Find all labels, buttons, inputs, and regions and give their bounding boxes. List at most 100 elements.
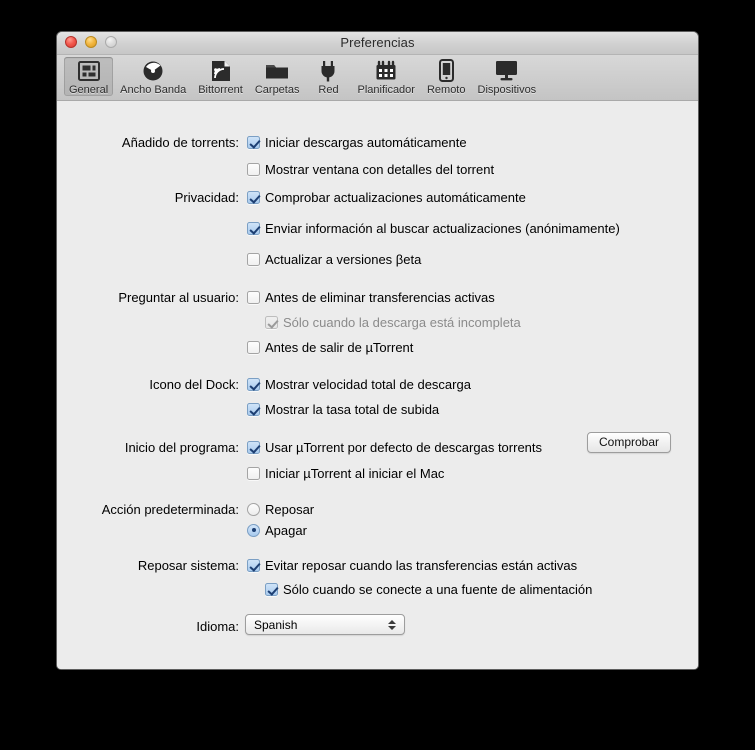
- plug-icon: [315, 58, 341, 83]
- row-torrent-adding-2: Mostrar ventana con detalles del torrent: [57, 159, 698, 179]
- checkbox-box[interactable]: [247, 340, 260, 354]
- toolbar-item-planificador[interactable]: Planificador: [352, 57, 419, 96]
- row-privacy-3: Actualizar a versiones βeta: [57, 249, 698, 269]
- label-program-start: Inicio del programa:: [124, 439, 239, 455]
- checkbox-label: Mostrar velocidad total de descarga: [265, 376, 471, 392]
- label-default-action: Acción predeterminada:: [101, 501, 239, 517]
- label-system-sleep: Reposar sistema:: [137, 557, 239, 573]
- checkbox-label: Antes de eliminar transferencias activas: [265, 289, 495, 305]
- checkbox-show-total-upload-rate[interactable]: Mostrar la tasa total de subida: [247, 401, 440, 417]
- toolbar-item-dispositivos[interactable]: Dispositivos: [473, 57, 542, 96]
- label-dock-icon: Icono del Dock:: [149, 376, 239, 392]
- bittorrent-icon: [208, 58, 234, 83]
- checkbox-only-when-download-incomplete: Sólo cuando la descarga está incompleta: [265, 314, 521, 330]
- toolbar-label-bittorrent: Bittorrent: [198, 84, 243, 96]
- radio-button[interactable]: [247, 523, 260, 537]
- checkbox-box[interactable]: [265, 582, 278, 596]
- checkbox-before-removing-active-transfers[interactable]: Antes de eliminar transferencias activas: [247, 289, 495, 305]
- radio-button[interactable]: [247, 502, 260, 516]
- checkbox-box[interactable]: [247, 135, 260, 149]
- label-torrent-adding: Añadido de torrents:: [121, 134, 239, 150]
- checkbox-launch-utorrent-at-login[interactable]: Iniciar µTorrent al iniciar el Mac: [247, 465, 445, 481]
- toolbar-item-general[interactable]: General: [64, 57, 114, 96]
- checkbox-only-when-on-power-source[interactable]: Sólo cuando se conecte a una fuente de a…: [265, 581, 593, 597]
- checkbox-label: Evitar reposar cuando las transferencias…: [265, 557, 578, 573]
- display-icon: [494, 58, 520, 83]
- label-privacy: Privacidad:: [174, 189, 239, 205]
- toolbar-item-bittorrent[interactable]: Bittorrent: [193, 57, 248, 96]
- row-dock-icon-1: Icono del Dock: Mostrar velocidad total …: [57, 374, 698, 394]
- chevron-updown-icon: [384, 619, 404, 630]
- checkbox-box[interactable]: [247, 558, 260, 572]
- checkbox-box[interactable]: [247, 402, 260, 416]
- bandwidth-icon: [140, 58, 166, 83]
- toolbar-label-dispositivos: Dispositivos: [477, 84, 537, 96]
- toolbar-label-ancho-banda: Ancho Banda: [120, 84, 187, 96]
- toolbar-item-carpetas[interactable]: Carpetas: [250, 57, 305, 96]
- row-default-action-1: Acción predeterminada: Reposar: [57, 499, 698, 519]
- folder-icon: [264, 58, 290, 83]
- checkbox-box[interactable]: [247, 440, 260, 454]
- toolbar-item-red[interactable]: Red: [306, 57, 350, 96]
- checkbox-show-torrent-details-window[interactable]: Mostrar ventana con detalles del torrent: [247, 161, 495, 177]
- row-privacy-1: Privacidad: Comprobar actualizaciones au…: [57, 187, 698, 207]
- label-language: Idioma:: [196, 618, 239, 634]
- row-privacy-2: Enviar información al buscar actualizaci…: [57, 218, 698, 238]
- language-select[interactable]: Spanish: [245, 614, 405, 635]
- toolbar-label-planificador: Planificador: [357, 84, 415, 96]
- preferences-window: Preferencias General Ancho Banda Bittorr…: [56, 31, 699, 670]
- checkbox-label: Iniciar µTorrent al iniciar el Mac: [265, 465, 445, 481]
- checkbox-box[interactable]: [247, 377, 260, 391]
- row-program-start-2: Iniciar µTorrent al iniciar el Mac: [57, 463, 698, 483]
- checkbox-update-beta-versions[interactable]: Actualizar a versiones βeta: [247, 251, 422, 267]
- radio-sleep[interactable]: Reposar: [247, 501, 315, 517]
- window-title: Preferencias: [340, 35, 415, 50]
- row-default-action-2: Apagar: [57, 520, 698, 540]
- row-ask-user-2: Sólo cuando la descarga está incompleta: [57, 312, 698, 332]
- row-system-sleep-1: Reposar sistema: Evitar reposar cuando l…: [57, 555, 698, 575]
- radio-shutdown[interactable]: Apagar: [247, 522, 307, 538]
- checkbox-label: Sólo cuando la descarga está incompleta: [283, 314, 521, 330]
- toolbar-item-remoto[interactable]: Remoto: [422, 57, 471, 96]
- close-button[interactable]: [65, 36, 77, 48]
- toolbar-label-remoto: Remoto: [426, 84, 466, 96]
- checkbox-box: [265, 315, 278, 329]
- checkbox-use-utorrent-default-handler[interactable]: Usar µTorrent por defecto de descargas t…: [247, 440, 542, 454]
- language-select-value: Spanish: [254, 617, 298, 632]
- row-torrent-adding-1: Añadido de torrents: Iniciar descargas a…: [57, 132, 698, 152]
- row-dock-icon-2: Mostrar la tasa total de subida: [57, 399, 698, 419]
- checkbox-box[interactable]: [247, 466, 260, 480]
- row-ask-user-1: Preguntar al usuario: Antes de eliminar …: [57, 287, 698, 307]
- checkbox-box[interactable]: [247, 221, 260, 235]
- toolbar-label-red: Red: [318, 84, 339, 96]
- checkbox-before-quitting-utorrent[interactable]: Antes de salir de µTorrent: [247, 340, 413, 354]
- row-ask-user-3: Antes de salir de µTorrent: [57, 337, 698, 357]
- checkbox-box[interactable]: [247, 162, 260, 176]
- radio-label: Apagar: [265, 522, 307, 538]
- radio-label: Reposar: [265, 501, 315, 517]
- checkbox-start-downloads-auto[interactable]: Iniciar descargas automáticamente: [247, 135, 467, 149]
- title-bar: Preferencias: [57, 32, 698, 55]
- checkbox-box[interactable]: [247, 290, 260, 304]
- checkbox-box[interactable]: [247, 252, 260, 266]
- check-button[interactable]: Comprobar: [587, 432, 672, 453]
- checkbox-label: Actualizar a versiones βeta: [265, 251, 422, 267]
- zoom-button: [105, 36, 117, 48]
- label-ask-user: Preguntar al usuario:: [118, 289, 239, 305]
- checkbox-label: Enviar información al buscar actualizaci…: [265, 220, 620, 236]
- checkbox-prevent-sleep-active-transfers[interactable]: Evitar reposar cuando las transferencias…: [247, 557, 578, 573]
- checkbox-label: Mostrar la tasa total de subida: [265, 401, 440, 417]
- checkbox-label: Sólo cuando se conecte a una fuente de a…: [283, 581, 593, 597]
- checkbox-label: Mostrar ventana con detalles del torrent: [265, 161, 495, 177]
- checkbox-label: Comprobar actualizaciones automáticament…: [265, 189, 526, 205]
- traffic-lights: [65, 36, 117, 48]
- minimize-button[interactable]: [85, 36, 97, 48]
- toolbar-label-carpetas: Carpetas: [254, 84, 300, 96]
- checkbox-box[interactable]: [247, 190, 260, 204]
- checkbox-show-total-download-speed[interactable]: Mostrar velocidad total de descarga: [247, 376, 471, 392]
- preferences-content: Añadido de torrents: Iniciar descargas a…: [57, 101, 698, 669]
- checkbox-check-updates-auto[interactable]: Comprobar actualizaciones automáticament…: [247, 189, 526, 205]
- toolbar-item-ancho-banda[interactable]: Ancho Banda: [115, 57, 191, 96]
- toolbar-label-general: General: [69, 84, 109, 96]
- checkbox-send-info-anonymously[interactable]: Enviar información al buscar actualizaci…: [247, 220, 620, 236]
